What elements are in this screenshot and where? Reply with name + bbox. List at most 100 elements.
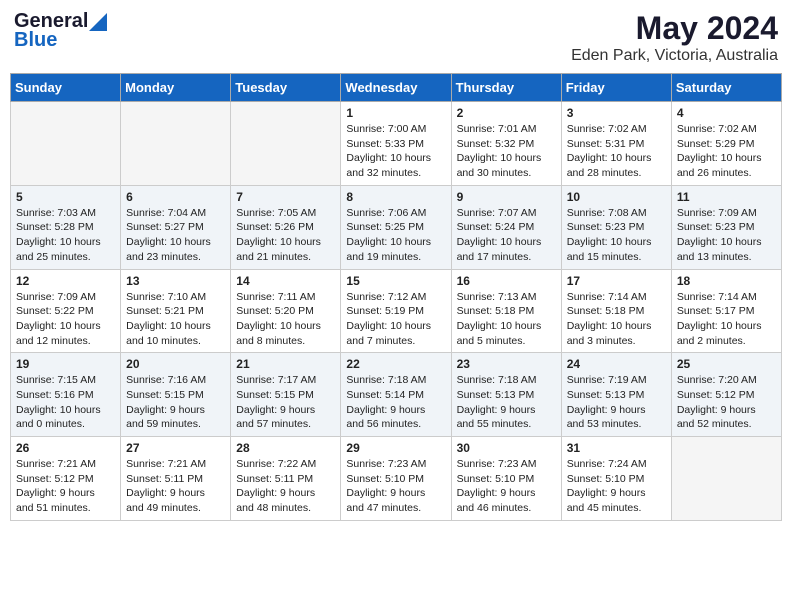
calendar-day-cell: 26 Sunrise: 7:21 AMSunset: 5:12 PMDayligh… xyxy=(11,437,121,521)
day-number: 24 xyxy=(567,357,666,371)
day-info: Sunrise: 7:14 AMSunset: 5:17 PMDaylight:… xyxy=(677,290,776,349)
calendar-day-cell: 17 Sunrise: 7:14 AMSunset: 5:18 PMDayligh… xyxy=(561,269,671,353)
page-subtitle: Eden Park, Victoria, Australia xyxy=(571,47,778,65)
calendar-day-cell: 3 Sunrise: 7:02 AMSunset: 5:31 PMDaylight… xyxy=(561,102,671,186)
day-number: 1 xyxy=(346,106,445,120)
day-number: 12 xyxy=(16,274,115,288)
day-number: 16 xyxy=(457,274,556,288)
weekday-header-wednesday: Wednesday xyxy=(341,74,451,102)
calendar-day-cell: 20Sunrise: 7:16 AMSunset: 5:15 PMDayligh… xyxy=(121,353,231,437)
day-info: Sunrise: 7:09 AMSunset: 5:22 PMDaylight:… xyxy=(16,290,115,349)
day-info: Sunrise: 7:20 AMSunset: 5:12 PMDaylight:… xyxy=(677,373,776,432)
calendar-day-cell: 11 Sunrise: 7:09 AMSunset: 5:23 PMDayligh… xyxy=(671,185,781,269)
day-number: 15 xyxy=(346,274,445,288)
day-info: Sunrise: 7:17 AMSunset: 5:15 PMDaylight:… xyxy=(236,373,335,432)
day-number: 22 xyxy=(346,357,445,371)
weekday-header-thursday: Thursday xyxy=(451,74,561,102)
day-info: Sunrise: 7:01 AMSunset: 5:32 PMDaylight:… xyxy=(457,122,556,181)
weekday-header-saturday: Saturday xyxy=(671,74,781,102)
page-header: General Blue May 2024 Eden Park, Victori… xyxy=(10,10,782,65)
calendar-day-cell: 5Sunrise: 7:03 AMSunset: 5:28 PMDaylight… xyxy=(11,185,121,269)
day-number: 18 xyxy=(677,274,776,288)
day-info: Sunrise: 7:07 AMSunset: 5:24 PMDaylight:… xyxy=(457,206,556,265)
calendar-day-cell: 2 Sunrise: 7:01 AMSunset: 5:32 PMDaylight… xyxy=(451,102,561,186)
calendar-week-row: 1 Sunrise: 7:00 AMSunset: 5:33 PMDaylight… xyxy=(11,102,782,186)
day-info: Sunrise: 7:11 AMSunset: 5:20 PMDaylight:… xyxy=(236,290,335,349)
calendar-day-cell xyxy=(231,102,341,186)
day-info: Sunrise: 7:04 AMSunset: 5:27 PMDaylight:… xyxy=(126,206,225,265)
day-number: 5 xyxy=(16,190,115,204)
day-number: 7 xyxy=(236,190,335,204)
day-info: Sunrise: 7:23 AMSunset: 5:10 PMDaylight:… xyxy=(457,457,556,516)
calendar-day-cell xyxy=(671,437,781,521)
calendar-day-cell: 30 Sunrise: 7:23 AMSunset: 5:10 PMDayligh… xyxy=(451,437,561,521)
day-number: 21 xyxy=(236,357,335,371)
day-number: 6 xyxy=(126,190,225,204)
calendar-day-cell: 6 Sunrise: 7:04 AMSunset: 5:27 PMDaylight… xyxy=(121,185,231,269)
logo: General Blue xyxy=(14,10,107,52)
day-number: 19 xyxy=(16,357,115,371)
calendar-day-cell: 14 Sunrise: 7:11 AMSunset: 5:20 PMDayligh… xyxy=(231,269,341,353)
day-number: 27 xyxy=(126,441,225,455)
day-number: 20 xyxy=(126,357,225,371)
day-number: 31 xyxy=(567,441,666,455)
calendar-day-cell: 16 Sunrise: 7:13 AMSunset: 5:18 PMDayligh… xyxy=(451,269,561,353)
day-number: 11 xyxy=(677,190,776,204)
day-info: Sunrise: 7:08 AMSunset: 5:23 PMDaylight:… xyxy=(567,206,666,265)
calendar-week-row: 12 Sunrise: 7:09 AMSunset: 5:22 PMDayligh… xyxy=(11,269,782,353)
day-info: Sunrise: 7:09 AMSunset: 5:23 PMDaylight:… xyxy=(677,206,776,265)
day-info: Sunrise: 7:19 AMSunset: 5:13 PMDaylight:… xyxy=(567,373,666,432)
weekday-header-tuesday: Tuesday xyxy=(231,74,341,102)
day-info: Sunrise: 7:02 AMSunset: 5:29 PMDaylight:… xyxy=(677,122,776,181)
day-number: 3 xyxy=(567,106,666,120)
calendar-week-row: 19 Sunrise: 7:15 AMSunset: 5:16 PMDayligh… xyxy=(11,353,782,437)
day-number: 2 xyxy=(457,106,556,120)
logo-icon xyxy=(89,13,107,31)
day-info: Sunrise: 7:14 AMSunset: 5:18 PMDaylight:… xyxy=(567,290,666,349)
calendar-day-cell: 31 Sunrise: 7:24 AMSunset: 5:10 PMDayligh… xyxy=(561,437,671,521)
weekday-header-friday: Friday xyxy=(561,74,671,102)
calendar-day-cell: 1 Sunrise: 7:00 AMSunset: 5:33 PMDaylight… xyxy=(341,102,451,186)
calendar-day-cell: 28 Sunrise: 7:22 AMSunset: 5:11 PMDayligh… xyxy=(231,437,341,521)
calendar-week-row: 26 Sunrise: 7:21 AMSunset: 5:12 PMDayligh… xyxy=(11,437,782,521)
page-title: May 2024 xyxy=(571,10,778,47)
calendar-day-cell: 23 Sunrise: 7:18 AMSunset: 5:13 PMDayligh… xyxy=(451,353,561,437)
calendar-week-row: 5Sunrise: 7:03 AMSunset: 5:28 PMDaylight… xyxy=(11,185,782,269)
calendar-day-cell: 15Sunrise: 7:12 AMSunset: 5:19 PMDayligh… xyxy=(341,269,451,353)
calendar-day-cell: 8Sunrise: 7:06 AMSunset: 5:25 PMDaylight… xyxy=(341,185,451,269)
calendar-day-cell: 18 Sunrise: 7:14 AMSunset: 5:17 PMDayligh… xyxy=(671,269,781,353)
calendar-day-cell xyxy=(121,102,231,186)
day-number: 26 xyxy=(16,441,115,455)
day-number: 23 xyxy=(457,357,556,371)
day-number: 30 xyxy=(457,441,556,455)
calendar-day-cell: 27Sunrise: 7:21 AMSunset: 5:11 PMDayligh… xyxy=(121,437,231,521)
calendar-day-cell: 25Sunrise: 7:20 AMSunset: 5:12 PMDayligh… xyxy=(671,353,781,437)
day-info: Sunrise: 7:15 AMSunset: 5:16 PMDaylight:… xyxy=(16,373,115,432)
day-info: Sunrise: 7:02 AMSunset: 5:31 PMDaylight:… xyxy=(567,122,666,181)
logo-blue: Blue xyxy=(14,29,57,52)
weekday-header-sunday: Sunday xyxy=(11,74,121,102)
day-info: Sunrise: 7:05 AMSunset: 5:26 PMDaylight:… xyxy=(236,206,335,265)
calendar-day-cell: 13Sunrise: 7:10 AMSunset: 5:21 PMDayligh… xyxy=(121,269,231,353)
day-info: Sunrise: 7:21 AMSunset: 5:12 PMDaylight:… xyxy=(16,457,115,516)
day-info: Sunrise: 7:18 AMSunset: 5:13 PMDaylight:… xyxy=(457,373,556,432)
weekday-header-monday: Monday xyxy=(121,74,231,102)
day-info: Sunrise: 7:06 AMSunset: 5:25 PMDaylight:… xyxy=(346,206,445,265)
day-number: 28 xyxy=(236,441,335,455)
day-info: Sunrise: 7:13 AMSunset: 5:18 PMDaylight:… xyxy=(457,290,556,349)
day-number: 14 xyxy=(236,274,335,288)
day-info: Sunrise: 7:24 AMSunset: 5:10 PMDaylight:… xyxy=(567,457,666,516)
calendar-day-cell: 4 Sunrise: 7:02 AMSunset: 5:29 PMDaylight… xyxy=(671,102,781,186)
day-number: 13 xyxy=(126,274,225,288)
weekday-header-row: SundayMondayTuesdayWednesdayThursdayFrid… xyxy=(11,74,782,102)
day-number: 9 xyxy=(457,190,556,204)
day-info: Sunrise: 7:23 AMSunset: 5:10 PMDaylight:… xyxy=(346,457,445,516)
day-number: 17 xyxy=(567,274,666,288)
calendar-day-cell: 9 Sunrise: 7:07 AMSunset: 5:24 PMDaylight… xyxy=(451,185,561,269)
day-info: Sunrise: 7:22 AMSunset: 5:11 PMDaylight:… xyxy=(236,457,335,516)
calendar-day-cell: 7 Sunrise: 7:05 AMSunset: 5:26 PMDaylight… xyxy=(231,185,341,269)
day-number: 4 xyxy=(677,106,776,120)
day-info: Sunrise: 7:00 AMSunset: 5:33 PMDaylight:… xyxy=(346,122,445,181)
day-info: Sunrise: 7:18 AMSunset: 5:14 PMDaylight:… xyxy=(346,373,445,432)
calendar-day-cell xyxy=(11,102,121,186)
